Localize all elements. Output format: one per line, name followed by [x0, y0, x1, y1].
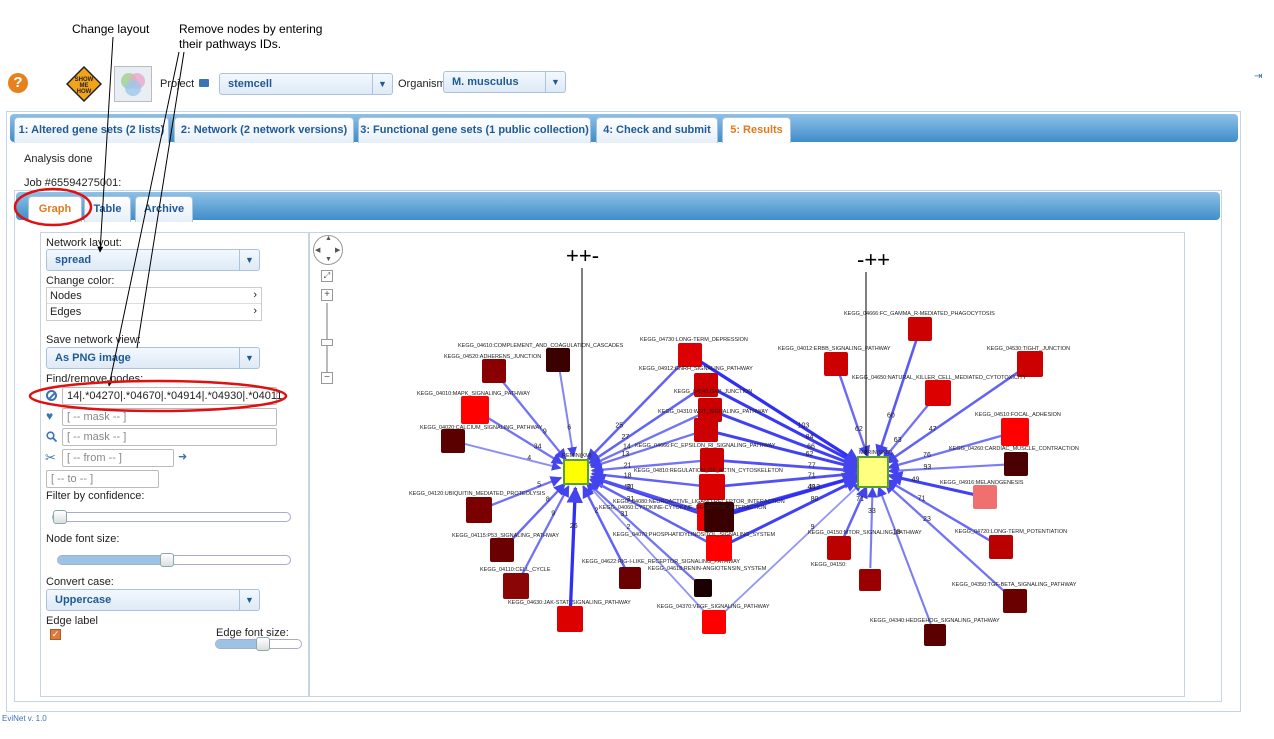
change-color-label: Change color: — [46, 275, 115, 287]
scissors-icon: ✂ — [45, 450, 56, 465]
filter-confidence-handle[interactable] — [53, 510, 67, 524]
from-input[interactable]: [ -- from -- ] — [62, 449, 174, 467]
nodes-color-label: Nodes — [50, 290, 82, 302]
organism-select[interactable]: M. musculus ▼ — [443, 71, 566, 93]
project-select[interactable]: stemcell ▼ — [219, 73, 393, 95]
edge-font-size-slider[interactable] — [215, 637, 302, 651]
chevron-down-icon: ▼ — [545, 72, 565, 92]
convert-case-label: Convert case: — [46, 576, 114, 588]
network-layout-select[interactable]: spread ▼ — [46, 249, 260, 271]
network-layout-label: Network layout: — [46, 237, 122, 249]
show-me-how-text-3: HOW — [77, 89, 92, 95]
chevron-right-icon: › — [253, 305, 257, 317]
zoom-out-icon[interactable]: − — [321, 372, 333, 384]
tab-altered-gene-sets[interactable]: 1: Altered gene sets (2 lists) — [14, 117, 169, 143]
annotation-remove-nodes-2: their pathways IDs. — [179, 37, 282, 51]
filter-confidence-label: Filter by confidence: — [46, 490, 145, 502]
tab-check-and-submit[interactable]: 4: Check and submit — [596, 117, 718, 143]
version-label: EviNet v. 1.0 — [2, 714, 47, 723]
graph-panel — [309, 232, 1185, 697]
edges-color-item[interactable]: Edges › — [47, 304, 261, 320]
help-icon[interactable]: ? — [8, 73, 28, 93]
organism-select-value: M. musculus — [452, 76, 519, 88]
pan-control[interactable]: ▲ ▼ ◀ ▶ — [313, 235, 343, 265]
node-font-size-fill — [58, 556, 167, 564]
edge-font-size-handle[interactable] — [256, 637, 270, 651]
find-remove-label: Find/remove nodes: — [46, 373, 144, 385]
chevron-down-icon: ▼ — [239, 250, 259, 270]
project-select-value: stemcell — [228, 78, 273, 90]
arrow-right-icon[interactable]: ➜ — [178, 452, 187, 463]
edge-label-label: Edge label — [46, 615, 98, 627]
results-tabbar — [16, 192, 1220, 220]
nodes-color-item[interactable]: Nodes › — [47, 288, 261, 304]
folder-icon[interactable] — [199, 79, 209, 87]
annotation-remove-nodes-1: Remove nodes by entering — [179, 22, 323, 36]
edge-label-checkbox[interactable]: ✓ — [50, 629, 61, 640]
save-view-label: Save network view: — [46, 334, 141, 346]
tab-functional-gene-sets[interactable]: 3: Functional gene sets (1 public collec… — [358, 117, 591, 143]
to-input[interactable]: [ -- to -- ] — [46, 470, 159, 488]
organism-label: Organism — [398, 78, 446, 90]
logo-icon — [114, 66, 152, 102]
tab-graph[interactable]: Graph — [28, 196, 82, 222]
save-view-value: As PNG image — [55, 352, 131, 364]
network-layout-value: spread — [55, 254, 92, 266]
convert-case-value: Uppercase — [55, 594, 112, 606]
tab-network[interactable]: 2: Network (2 network versions) — [174, 117, 354, 143]
tab-table[interactable]: Table — [84, 196, 131, 222]
annotation-label-ppm: ++- — [566, 243, 600, 268]
analysis-status: Analysis done — [24, 153, 93, 165]
chevron-down-icon: ▼ — [372, 74, 392, 94]
chevron-down-icon: ▼ — [239, 348, 259, 368]
edge-font-size-label: Edge font size: — [216, 627, 289, 639]
chevron-right-icon: › — [253, 289, 257, 301]
remove-nodes-input[interactable]: 14|.*04270|.*04670|.*04914|.*04930|.*040… — [62, 387, 282, 405]
fit-icon[interactable]: ⤢ — [321, 270, 333, 282]
edges-color-label: Edges — [50, 306, 82, 318]
mask-input-2[interactable]: [ -- mask -- ] — [62, 428, 277, 446]
node-font-size-label: Node font size: — [46, 533, 120, 545]
job-id: Job #65594275001: — [24, 177, 122, 189]
remove-icon — [46, 390, 57, 401]
save-view-select[interactable]: As PNG image ▼ — [46, 347, 260, 369]
chevron-down-icon: ▼ — [239, 590, 259, 610]
node-font-size-slider[interactable] — [57, 553, 291, 567]
filter-confidence-slider[interactable] — [52, 510, 291, 524]
show-me-how-icon[interactable]: SHOW ME HOW — [65, 65, 103, 103]
annotation-change-layout: Change layout — [72, 22, 150, 36]
heart-icon: ♥ — [46, 409, 54, 423]
convert-case-select[interactable]: Uppercase ▼ — [46, 589, 260, 611]
logout-icon[interactable]: ⇥ — [1254, 72, 1264, 82]
annotation-label-mpp: -++ — [857, 247, 891, 272]
zoom-in-icon[interactable]: + — [321, 289, 333, 301]
tab-archive[interactable]: Archive — [135, 196, 193, 222]
tab-results[interactable]: 5: Results — [722, 117, 791, 143]
mask-input-1[interactable]: [ -- mask -- ] — [62, 408, 277, 426]
node-font-size-handle[interactable] — [160, 553, 174, 567]
project-label: Project — [160, 78, 195, 90]
zoom-slider-handle[interactable] — [321, 339, 333, 346]
search-icon — [46, 431, 58, 443]
zoom-track[interactable] — [326, 303, 328, 373]
